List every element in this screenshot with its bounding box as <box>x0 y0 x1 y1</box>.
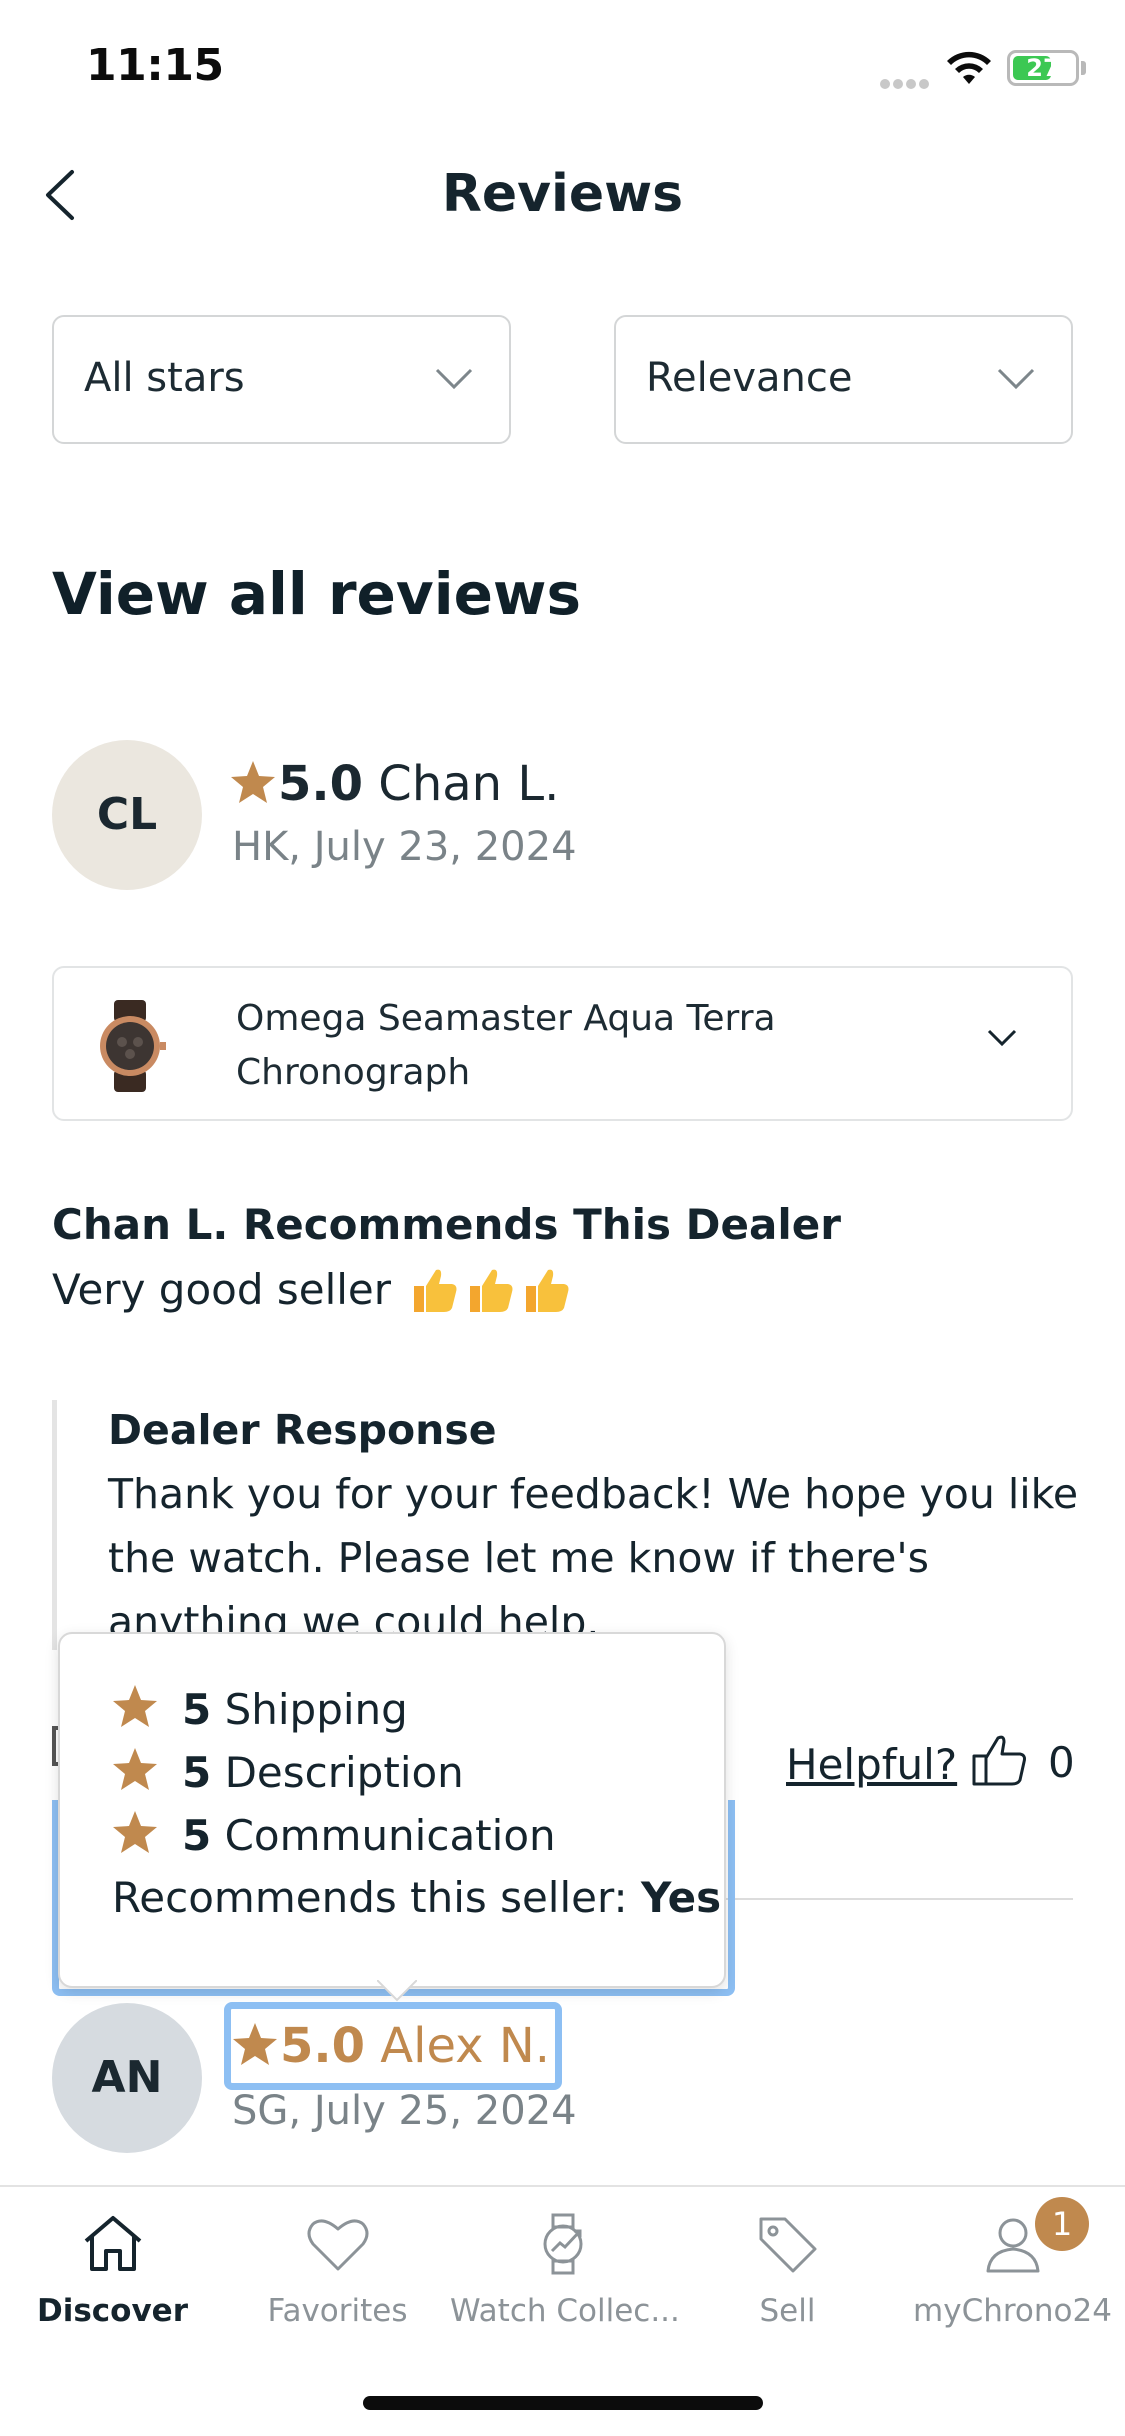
sort-dropdown[interactable]: Relevance <box>614 315 1073 444</box>
avatar: CL <box>52 740 202 890</box>
home-indicator <box>363 2396 763 2410</box>
sort-label: Relevance <box>646 355 853 401</box>
page-title: Reviews <box>441 164 684 224</box>
dealer-response-bar <box>52 1400 57 1650</box>
rating-breakdown-tooltip: 5 Shipping 5 Description 5 Communication… <box>58 1632 726 1988</box>
tooltip-score: 5 <box>182 1685 212 1734</box>
battery-cap <box>1081 61 1086 75</box>
stars-filter-dropdown[interactable]: All stars <box>52 315 511 444</box>
avatar: AN <box>52 2003 202 2153</box>
notification-badge: 1 <box>1035 2197 1089 2251</box>
signal-icon <box>880 74 932 93</box>
review-meta: HK, July 23, 2024 <box>232 824 577 870</box>
tab-label: Watch Collec... <box>450 2293 680 2329</box>
review-rating-line[interactable]: 5.0 Chan L. <box>230 756 559 812</box>
reviewer-name: Alex N. <box>380 2018 550 2074</box>
chevron-down-icon <box>997 368 1035 390</box>
watch-icon <box>543 2213 583 2275</box>
tooltip-label: Description <box>224 1748 464 1797</box>
home-icon <box>84 2216 142 2271</box>
review-body: Very good seller <box>52 1264 572 1316</box>
chevron-down-icon <box>435 368 473 390</box>
star-icon <box>113 1685 157 1727</box>
helpful-count: 0 <box>1048 1738 1075 1787</box>
tooltip-row: 5 Shipping <box>112 1684 408 1734</box>
thumbs-up-emoji-icon <box>526 1269 569 1312</box>
tooltip-row: 5 Communication <box>112 1810 556 1860</box>
tag-icon <box>759 2217 817 2273</box>
reviewer-name: Chan L. <box>378 756 560 812</box>
tooltip-score: 5 <box>182 1811 212 1860</box>
tab-watch-collection[interactable]: Watch Collec... <box>450 2187 680 2347</box>
status-time: 11:15 <box>86 40 224 91</box>
chevron-down-icon <box>987 1029 1017 1047</box>
review-rating: 5.0 <box>280 2018 366 2074</box>
review-meta: SG, July 25, 2024 <box>232 2088 577 2134</box>
dealer-response-title: Dealer Response <box>108 1406 497 1454</box>
tab-sell[interactable]: Sell <box>675 2187 900 2347</box>
star-icon <box>231 761 275 803</box>
section-title: View all reviews <box>52 560 582 628</box>
thumbs-up-emoji-icon <box>414 1269 457 1312</box>
tab-label: Favorites <box>267 2293 408 2329</box>
stars-filter-label: All stars <box>84 355 245 401</box>
battery-icon: 27 <box>1007 50 1079 86</box>
review-rating: 5.0 <box>278 756 364 812</box>
thumbs-up-icon[interactable] <box>970 1732 1028 1788</box>
product-name: Omega Seamaster Aqua Terra Chronograph <box>236 998 776 1093</box>
heart-icon <box>307 2219 369 2271</box>
thumbs-up-emoji-icon <box>470 1269 513 1312</box>
tab-mychrono24[interactable]: myChrono24 <box>900 2187 1125 2347</box>
tooltip-label: Communication <box>224 1811 556 1860</box>
battery-level: 27 <box>1026 54 1060 82</box>
tab-label: Sell <box>759 2293 816 2329</box>
tab-label: myChrono24 <box>913 2293 1112 2329</box>
tooltip-score: 5 <box>182 1748 212 1797</box>
product-card[interactable]: Omega Seamaster Aqua Terra Chronograph <box>52 966 1073 1121</box>
star-icon <box>233 2023 277 2065</box>
tab-favorites[interactable]: Favorites <box>225 2187 450 2347</box>
watch-thumbnail <box>100 1000 166 1092</box>
wifi-icon <box>947 51 991 84</box>
tooltip-row: 5 Description <box>112 1747 464 1797</box>
tooltip-caret <box>377 1980 417 2002</box>
review-text: Very good seller <box>52 1265 392 1314</box>
dealer-response-text: Thank you for your feedback! We hope you… <box>108 1470 1079 1646</box>
tab-label: Discover <box>36 2293 188 2329</box>
tooltip-recommends: Recommends this seller: Yes <box>112 1873 721 1922</box>
review-rating-line[interactable]: 5.0 Alex N. <box>232 2018 550 2074</box>
tab-discover[interactable]: Discover <box>0 2187 225 2347</box>
helpful-link[interactable]: Helpful? <box>786 1740 957 1789</box>
tooltip-label: Shipping <box>224 1685 408 1734</box>
star-icon <box>113 1811 157 1853</box>
star-icon <box>113 1748 157 1790</box>
recommends-label: Recommends this seller: <box>112 1873 628 1922</box>
recommendation-title: Chan L. Recommends This Dealer <box>52 1200 841 1249</box>
recommends-value: Yes <box>641 1873 722 1922</box>
